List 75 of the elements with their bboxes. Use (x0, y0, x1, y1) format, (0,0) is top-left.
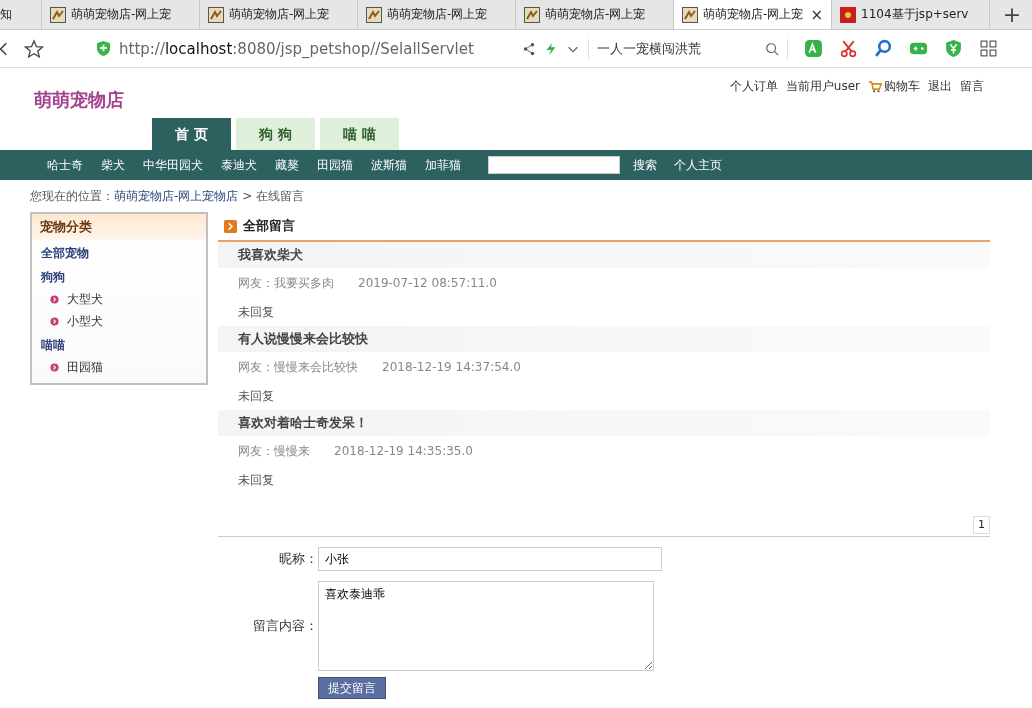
search-input[interactable] (488, 156, 620, 174)
yuan-shield-icon[interactable] (944, 39, 963, 58)
cart-icon (868, 80, 882, 93)
subcategory-link[interactable]: 田园猫 (67, 359, 103, 376)
reply-status: 未回复 (237, 388, 275, 405)
bullet-icon (50, 317, 59, 326)
message-title: 有人说慢慢来会比较快 (218, 326, 990, 352)
nickname-label: 昵称： (278, 550, 318, 568)
top-link[interactable]: 购物车 (884, 78, 920, 95)
shield-icon (96, 40, 111, 57)
browser-tab[interactable]: 萌萌宠物店-网上宠 (42, 0, 200, 29)
message-title: 我喜欢柴犬 (218, 242, 990, 268)
breadcrumb-label: 您现在的位置： (30, 189, 114, 203)
category-link[interactable]: 泰迪犬 (212, 156, 266, 174)
category-group-link[interactable]: 喵喵 (32, 332, 206, 356)
site-logo[interactable]: 萌萌宠物店 (34, 88, 124, 118)
panel-title: 宠物分类 (32, 214, 206, 240)
url-text[interactable]: http://localhost:8080/jsp_petshop//SelallServlet (119, 39, 514, 58)
browser-tab[interactable]: 萌萌宠物店-网上宠 (200, 0, 358, 29)
content-field[interactable]: 喜欢泰迪乖 (318, 581, 654, 671)
top-link[interactable]: 个人订单 (729, 78, 778, 95)
bullet-icon (50, 363, 59, 372)
lightning-icon[interactable] (544, 41, 558, 56)
scissors-icon[interactable] (839, 39, 858, 58)
browser-tab[interactable]: 萌萌宠物店-网上宠 (516, 0, 674, 29)
submit-button[interactable]: 提交留言 (318, 677, 386, 699)
category-link[interactable]: 波斯猫 (362, 156, 416, 174)
nav-tab[interactable]: 狗 狗 (236, 118, 315, 150)
page-number[interactable]: 1 (973, 516, 990, 534)
category-link[interactable]: 加菲猫 (416, 156, 470, 174)
category-link[interactable]: 藏獒 (266, 156, 308, 174)
current-user-text: 当前用户user (785, 78, 860, 95)
content-label: 留言内容： (252, 617, 318, 635)
message-author: 网友：我要买多肉 (238, 275, 334, 292)
browser-tab[interactable]: 萌萌宠物店-网上宠 (358, 0, 516, 29)
category-group-link[interactable]: 狗狗 (32, 264, 206, 288)
browser-tab[interactable]: 知 (0, 0, 42, 29)
close-tab-icon[interactable]: × (810, 5, 823, 24)
category-group-link[interactable]: 全部宠物 (32, 240, 206, 264)
browser-tab[interactable]: 1104基于jsp+serv (832, 0, 990, 29)
grid-icon[interactable] (979, 39, 998, 58)
breadcrumb-link[interactable]: 萌萌宠物店-网上宠物店 (114, 189, 239, 203)
site-favicon-icon (840, 6, 856, 23)
subcategory-link[interactable]: 小型犬 (67, 313, 103, 330)
new-tab-button[interactable]: + (992, 0, 1032, 29)
share-icon[interactable] (522, 41, 536, 56)
message-time: 2018-12-19 14:37:54.0 (382, 359, 521, 376)
subcategory-link[interactable]: 大型犬 (67, 291, 103, 308)
magnifier-icon[interactable] (874, 39, 893, 58)
message-title: 喜欢对着哈士奇发呆！ (218, 410, 990, 436)
message-time: 2019-07-12 08:57:11.0 (358, 275, 497, 292)
browser-tab[interactable]: 萌萌宠物店-网上宠 × (674, 0, 832, 29)
message-author: 网友：慢慢来会比较快 (238, 359, 358, 376)
search-link[interactable]: 搜索 (624, 156, 666, 174)
arrow-box-icon (224, 219, 237, 233)
category-link[interactable]: 中华田园犬 (134, 156, 212, 174)
message-time: 2018-12-19 14:35:35.0 (334, 443, 473, 460)
bullet-icon (50, 295, 59, 304)
nickname-field[interactable]: 小张 (318, 547, 662, 571)
top-link[interactable]: 留言 (960, 78, 984, 95)
reply-status: 未回复 (237, 472, 275, 489)
breadcrumb-current: > 在线留言 (241, 189, 305, 203)
search-icon[interactable] (765, 41, 779, 56)
star-icon[interactable] (24, 38, 44, 59)
home-link[interactable]: 个人主页 (666, 156, 731, 174)
section-title: 全部留言 (243, 217, 295, 235)
nav-tab[interactable]: 首 页 (152, 118, 231, 150)
nav-tab[interactable]: 喵 喵 (320, 118, 399, 150)
search-field[interactable]: 一人一宠横闯洪荒 (597, 39, 757, 58)
category-link[interactable]: 柴犬 (92, 156, 134, 174)
message-author: 网友：慢慢来 (238, 443, 310, 460)
category-link[interactable]: 田园猫 (308, 156, 362, 174)
reply-status: 未回复 (237, 304, 275, 321)
category-link[interactable]: 哈士奇 (38, 156, 92, 174)
top-link[interactable]: 退出 (928, 78, 952, 95)
